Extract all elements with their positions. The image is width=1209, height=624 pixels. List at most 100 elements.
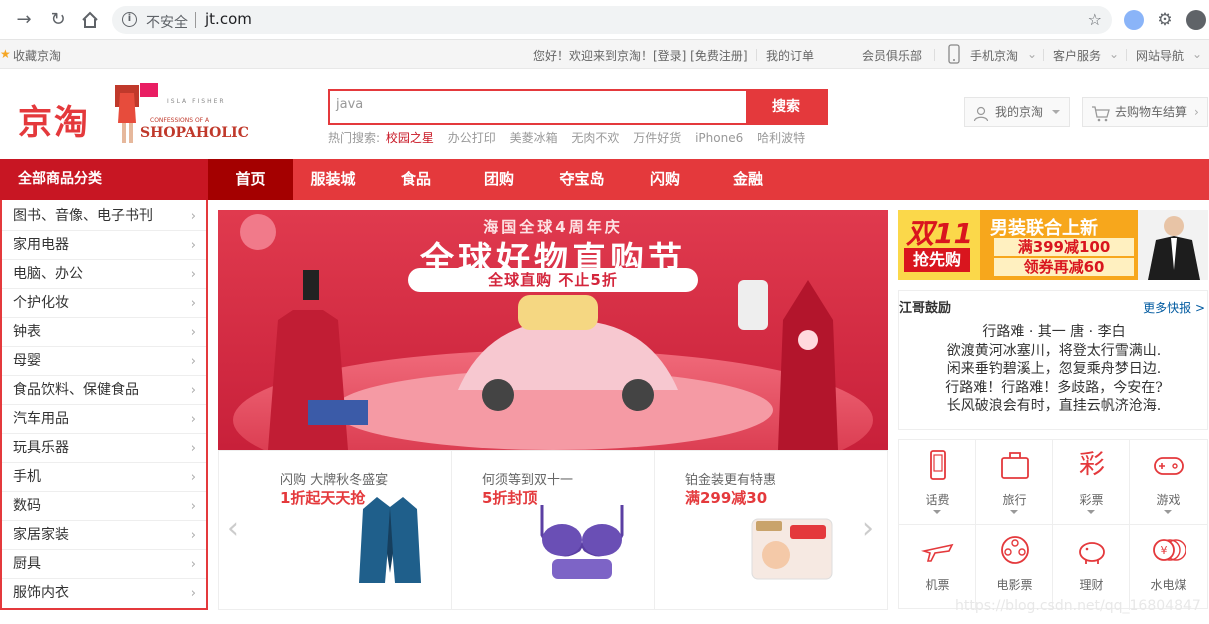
my-orders-link[interactable]: 我的订单 [766,47,814,64]
customer-service-link[interactable]: 客户服务 [1053,47,1101,64]
hot-term[interactable]: iPhone6 [695,131,743,145]
category-item[interactable]: 母婴 › [2,347,206,376]
address-separator [195,12,196,28]
double11-ad[interactable]: 双11 抢先购 男装联合上新 满399减100 领券再减60 [898,210,1208,280]
my-jt-button[interactable]: 我的京淘 [964,97,1070,127]
hot-term[interactable]: 校园之星 [386,131,434,145]
category-item[interactable]: 图书、音像、电子书刊 › [2,202,206,231]
category-item[interactable]: 个护化妆 › [2,289,206,318]
service-lottery[interactable]: 彩 彩票 [1053,440,1130,525]
hot-term[interactable]: 哈利波特 [757,131,805,145]
hot-term[interactable]: 无肉不欢 [571,131,619,145]
chevron-right-icon: › [190,470,196,485]
cart-label: 去购物车结算 [1115,105,1188,119]
service-label: 水电煤 [1150,578,1187,592]
promo-strip: ‹ 闪购 大牌秋冬盛宴 1折起天天抢 何须等到双十一 5折封顶 铂金装更有特惠 … [218,450,888,610]
category-item[interactable]: 数码 › [2,492,206,521]
bookmark-link[interactable]: 收藏京淘 [13,47,61,64]
search-box: java 搜索 [328,89,828,125]
bookmark-star-icon[interactable]: ☆ [1088,10,1102,29]
bra-image [540,505,624,579]
category-item[interactable]: 食品饮料、保健食品 › [2,376,206,405]
chevron-right-icon: › [190,412,196,427]
promo-flash[interactable]: 闪购 大牌秋冬盛宴 1折起天天抢 [219,451,452,609]
service-label: 机票 [925,578,950,592]
ad-title: 男装联合上新 [990,218,1098,239]
nav-home[interactable]: 首页 [208,159,293,200]
chevron-right-icon: › [190,267,196,282]
chevron-right-icon: › [190,296,196,311]
category-item[interactable]: 服饰内衣 › [2,579,206,608]
vip-club-link[interactable]: 会员俱乐部 [862,47,922,64]
category-label: 食品饮料、保健食品 [13,382,139,398]
info-icon[interactable]: i [122,12,137,27]
hot-term[interactable]: 万件好货 [633,131,681,145]
service-label: 理财 [1079,578,1104,592]
service-travel[interactable]: 旅行 [976,440,1053,525]
all-categories-button[interactable]: 全部商品分类 [0,159,208,200]
more-news-link[interactable]: 更多快报 > [1143,299,1205,316]
nav-treasure[interactable]: 夺宝岛 [550,159,614,200]
insecure-label: 不安全 [146,15,188,31]
hot-term[interactable]: 美菱冰箱 [510,131,558,145]
extension-icon[interactable] [1124,10,1144,30]
category-item[interactable]: 家居家装 › [2,521,206,550]
search-button[interactable]: 搜索 [746,91,826,123]
poem-line: 行路难 · 其一 唐 · 李白 [982,324,1126,340]
category-item[interactable]: 电脑、办公 › [2,260,206,289]
promo-line1: 闪购 大牌秋冬盛宴 [280,473,389,488]
home-icon[interactable] [78,8,102,32]
promo-line2: 5折封顶 [482,489,538,507]
site-nav-link[interactable]: 网站导航 [1136,47,1184,64]
main-carousel-banner[interactable]: 海国全球4周年庆 全球好物直购节 全球直购 不止5折 [218,210,888,450]
puzzle-icon[interactable]: ⚙ [1155,10,1175,30]
nav-clothing[interactable]: 服装城 [296,159,370,200]
chevron-right-icon: › [190,238,196,253]
category-item[interactable]: 汽车用品 › [2,405,206,434]
star-icon: ★ [0,47,11,61]
category-item[interactable]: 玩具乐器 › [2,434,206,463]
nav-groupbuy[interactable]: 团购 [468,159,530,200]
nav-food[interactable]: 食品 [386,159,446,200]
ad-offer2: 领券再减60 [994,258,1134,276]
address-bar[interactable]: i 不安全 jt.com ☆ [112,6,1112,34]
reload-icon[interactable]: ↻ [46,8,70,32]
category-item[interactable]: 厨具 › [2,550,206,579]
hot-term[interactable]: 办公打印 [448,131,496,145]
category-item[interactable]: 家用电器 › [2,231,206,260]
chevron-right-icon: › [190,383,196,398]
site-logo[interactable]: 京淘 [18,95,90,144]
search-input[interactable]: java [330,91,748,123]
diaper-pack-image [751,518,833,580]
phone-icon [948,44,960,67]
promo-double11[interactable]: 何须等到双十一 5折封顶 [452,451,655,609]
category-label: 服饰内衣 [13,585,69,601]
poem-line: 行路难！行路难！多歧路，今安在? [945,379,1163,396]
chevron-right-icon[interactable]: › [862,511,874,546]
category-item[interactable]: 手机 › [2,463,206,492]
service-phone-topup[interactable]: 话费 [899,440,976,525]
cart-icon [1091,104,1111,132]
category-label: 图书、音像、电子书刊 [13,208,153,224]
promo-diapers[interactable]: 铂金装更有特惠 满299减30 [655,451,888,609]
poem-block: 行路难 · 其一 唐 · 李白 欲渡黄河冰塞川，将登太行雪满山. 闲来垂钓碧溪上… [899,323,1209,416]
nav-finance[interactable]: 金融 [716,159,780,200]
cart-button[interactable]: 去购物车结算 › [1082,97,1208,127]
service-games[interactable]: 游戏 [1130,440,1207,525]
service-label: 游戏 [1156,493,1181,507]
profile-avatar[interactable] [1186,10,1206,30]
nav-flash[interactable]: 闪购 [634,159,696,200]
category-label: 个护化妆 [13,295,69,311]
model-image [1138,210,1208,280]
shopaholic-banner[interactable]: ISLA FISHER CONFESSIONS OF A SHOPAHOLIC [110,83,250,147]
caret-down-icon [1164,510,1172,514]
url-text[interactable]: jt.com [205,10,252,28]
chevron-right-icon: › [190,586,196,601]
greeting-login[interactable]: 您好！欢迎来到京淘！[登录] [免费注册] [533,47,748,64]
lottery-icon: 彩 [1078,450,1105,480]
film-reel-icon [1001,536,1029,564]
service-label: 话费 [925,493,950,507]
back-icon[interactable]: → [12,8,36,32]
mobile-link[interactable]: 手机京淘 [970,47,1018,64]
category-item[interactable]: 钟表 › [2,318,206,347]
